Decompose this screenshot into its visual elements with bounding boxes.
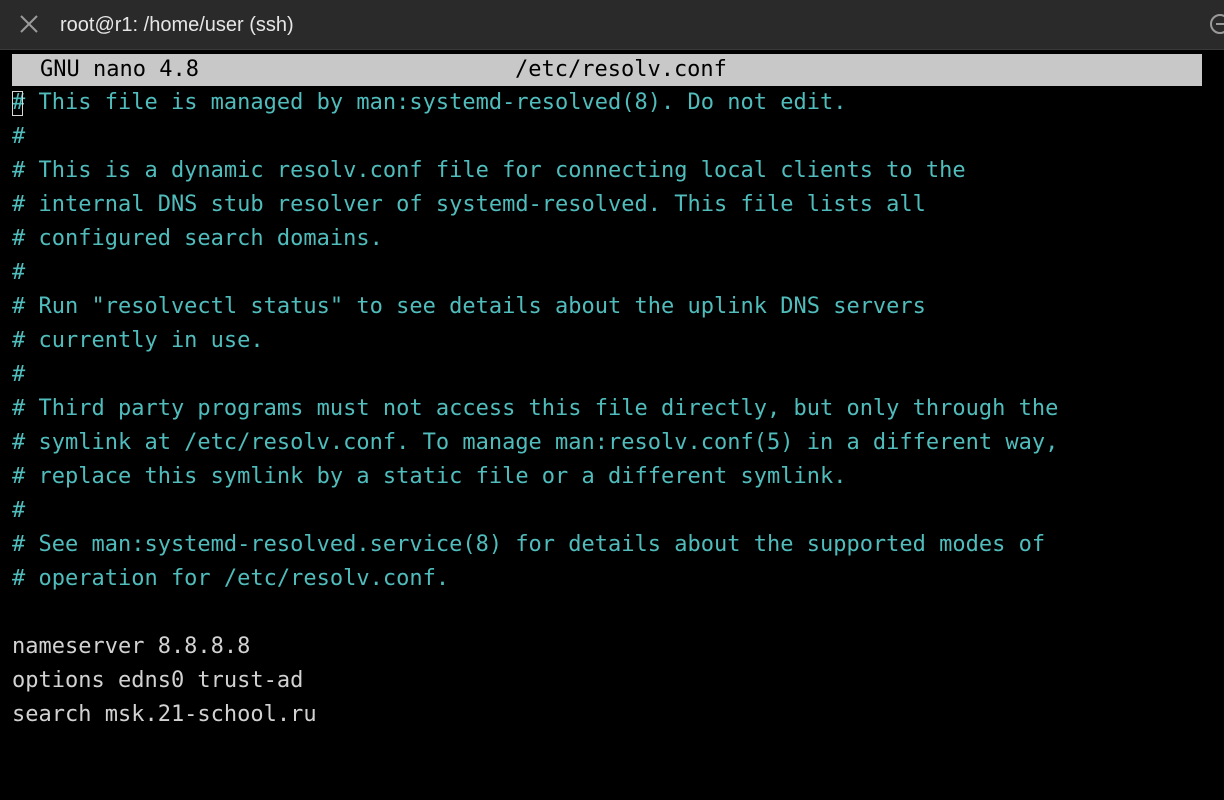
file-line: # This is a dynamic resolv.conf file for… [12, 158, 966, 183]
file-line: # symlink at /etc/resolv.conf. To manage… [12, 430, 1059, 455]
tab-bar: root@r1: /home/user (ssh) [0, 0, 1224, 50]
file-line [12, 596, 1208, 630]
file-line: # configured search domains. [12, 226, 383, 251]
editor-text-area[interactable]: # This file is managed by man:systemd-re… [12, 86, 1208, 732]
file-line: # [12, 498, 26, 523]
tab-title[interactable]: root@r1: /home/user (ssh) [60, 13, 294, 37]
close-icon[interactable] [17, 12, 41, 36]
file-line: # Run "resolvectl status" to see details… [12, 294, 926, 319]
file-line: search msk.21-school.ru [12, 702, 317, 727]
nano-filename: /etc/resolv.conf [515, 57, 727, 82]
file-line: # operation for /etc/resolv.conf. [12, 566, 450, 591]
terminal-viewport[interactable]: GNU nano 4.8 /etc/resolv.conf # This fil… [8, 50, 1216, 800]
file-line: # [12, 362, 26, 387]
file-line: # [12, 124, 26, 149]
file-line: # Third party programs must not access t… [12, 396, 1059, 421]
nano-version: GNU nano 4.8 [40, 57, 199, 82]
file-line: nameserver 8.8.8.8 [12, 634, 251, 659]
file-line: # [12, 260, 26, 285]
file-line: options edns0 trust-ad [12, 668, 304, 693]
file-line: # See man:systemd-resolved.service(8) fo… [12, 532, 1046, 557]
file-line: # replace this symlink by a static file … [12, 464, 847, 489]
file-line: # currently in use. [12, 328, 264, 353]
nano-title-bar: GNU nano 4.8 /etc/resolv.conf [12, 54, 1202, 86]
file-line: # internal DNS stub resolver of systemd-… [12, 192, 926, 217]
file-line: # This file is managed by man:systemd-re… [12, 86, 1208, 120]
new-tab-icon[interactable] [1209, 13, 1224, 37]
text-cursor: # [12, 90, 26, 116]
